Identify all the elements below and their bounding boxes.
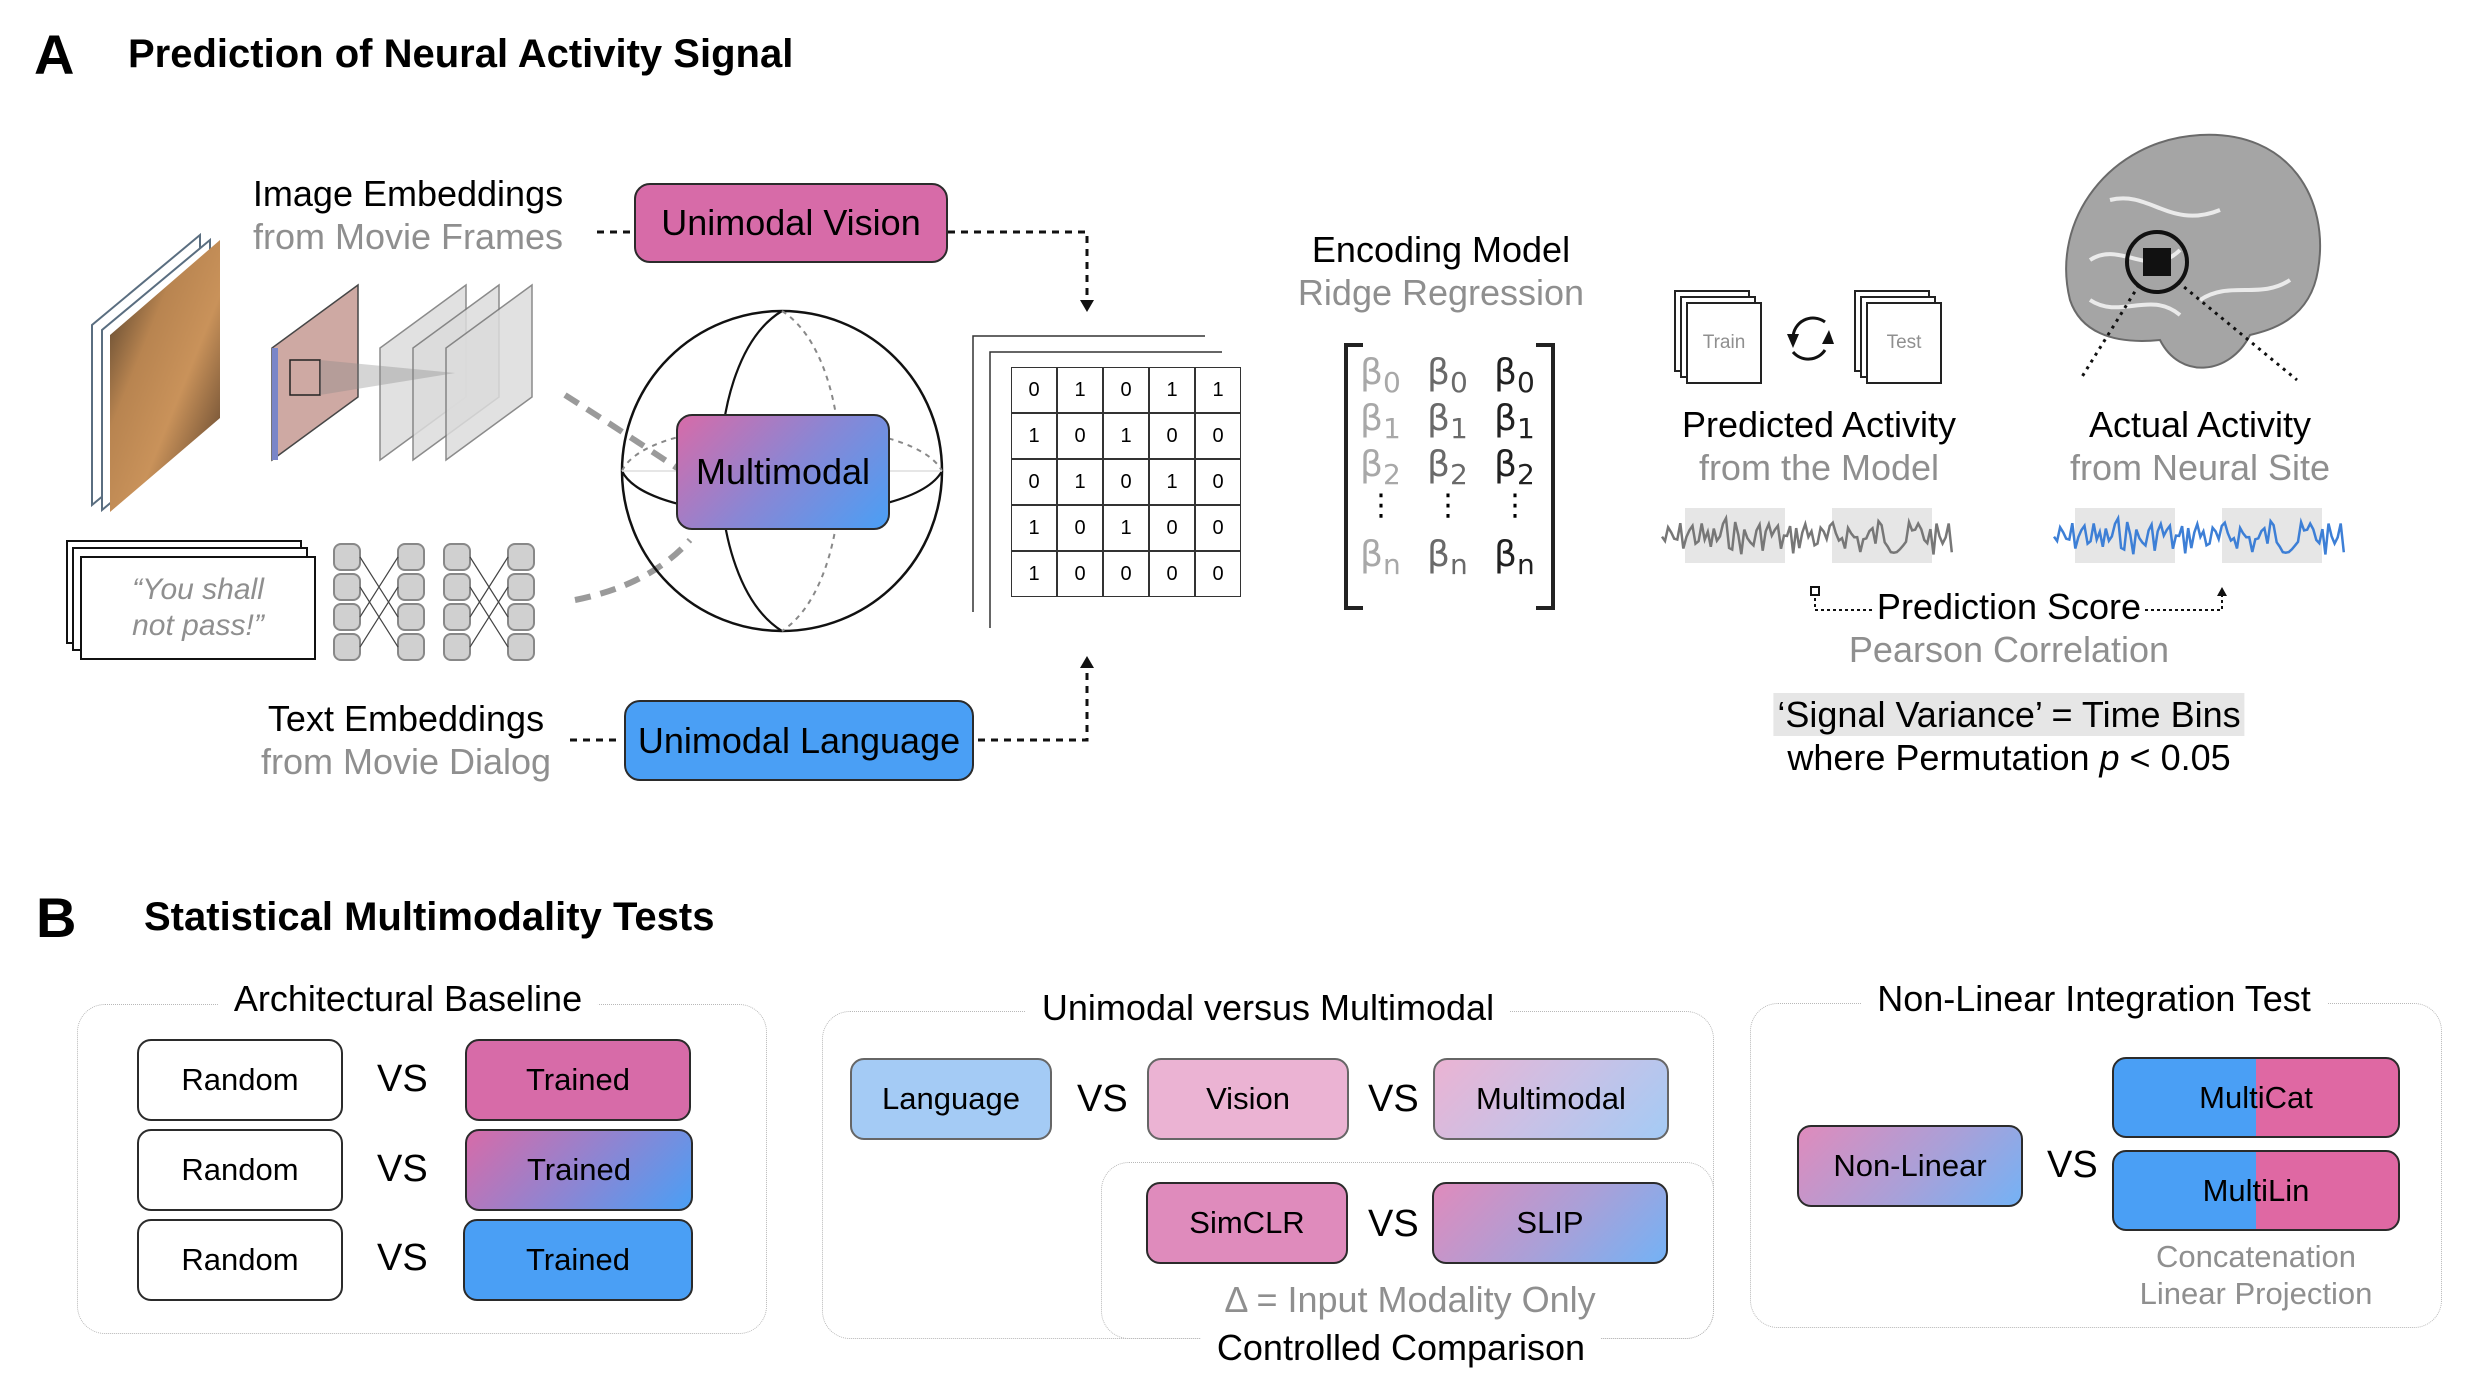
slip-box: SLIP xyxy=(1432,1182,1668,1264)
matrix-cell: 1 xyxy=(1195,367,1241,413)
text-embeddings-label: Text Embeddings from Movie Dialog xyxy=(260,698,552,783)
matrix-cell: 0 xyxy=(1057,551,1103,597)
beta-coefficient: β0 xyxy=(1494,352,1535,399)
beta-coefficient: β1 xyxy=(1427,398,1468,445)
nonlinear-box: Non-Linear xyxy=(1797,1125,2023,1207)
matrix-cell: 0 xyxy=(1011,367,1057,413)
matrix-cell: 1 xyxy=(1103,505,1149,551)
beta-coefficient: β2 xyxy=(1494,444,1535,491)
multilin-box: MultiLin xyxy=(2112,1150,2400,1231)
unimodal-vision-box: Unimodal Vision xyxy=(634,183,948,263)
trained-multimodal-box: Trained xyxy=(465,1129,693,1211)
random-box: Random xyxy=(137,1039,343,1121)
matrix-cell: 1 xyxy=(1149,459,1195,505)
matrix-cell: 1 xyxy=(1011,413,1057,459)
vs-label: VS xyxy=(377,1148,428,1190)
matrix-cell: 1 xyxy=(1057,367,1103,413)
time-bin-band xyxy=(2222,508,2322,563)
controlled-comparison-title: Controlled Comparison xyxy=(1200,1327,1602,1369)
trained-language-box: Trained xyxy=(463,1219,693,1301)
panel-b-title: Statistical Multimodality Tests xyxy=(144,895,715,939)
brain-icon xyxy=(2065,133,2322,382)
concat-projection-caption: Concatenation Linear Projection xyxy=(2139,1239,2373,1312)
unimodal-vs-multimodal-title: Unimodal versus Multimodal xyxy=(1025,987,1511,1029)
vision-box: Vision xyxy=(1147,1058,1349,1140)
vertical-ellipsis: ⋮ xyxy=(1433,488,1463,523)
beta-coefficient: β0 xyxy=(1360,352,1401,399)
actual-activity-label: Actual Activity from Neural Site xyxy=(2069,404,2331,489)
cycle-arrows-icon xyxy=(1791,316,1827,361)
signal-variance-note: ‘Signal Variance’ = Time Bins where Perm… xyxy=(1773,693,2245,779)
vertical-ellipsis: ⋮ xyxy=(1366,488,1396,523)
cnn-layers-icon xyxy=(271,283,533,462)
matrix-cell: 1 xyxy=(1057,459,1103,505)
matrix-cell: 0 xyxy=(1149,551,1195,597)
simclr-box: SimCLR xyxy=(1146,1182,1348,1264)
matrix-cell: 0 xyxy=(1103,459,1149,505)
multicat-box: MultiCat xyxy=(2112,1057,2400,1138)
multimodal-box: Multimodal xyxy=(676,414,890,530)
beta-coefficient: β1 xyxy=(1494,398,1535,445)
encoding-model-label: Encoding Model Ridge Regression xyxy=(1297,229,1585,314)
input-modality-note: Δ = Input Modality Only xyxy=(1224,1279,1596,1320)
matrix-cell: 0 xyxy=(1195,459,1241,505)
matrix-cell: 1 xyxy=(1011,551,1057,597)
predicted-activity-label: Predicted Activity from the Model xyxy=(1681,404,1957,489)
beta-coefficient: β2 xyxy=(1427,444,1468,491)
prediction-score-label: Prediction Score Pearson Correlation xyxy=(1848,586,2170,671)
dialog-quote-card: “You shall not pass!” xyxy=(80,556,316,660)
vs-label: VS xyxy=(1077,1078,1128,1120)
random-box: Random xyxy=(137,1219,343,1301)
test-label: Test xyxy=(1866,302,1942,384)
unimodal-language-box: Unimodal Language xyxy=(624,700,974,781)
matrix-cell: 0 xyxy=(1195,505,1241,551)
beta-coefficient: βn xyxy=(1360,534,1401,581)
beta-coefficient-matrix: β0 β0 β0 β1 β1 β1 β2 β2 β2 βn βn βn ⋮ ⋮ ⋮ xyxy=(1360,352,1550,602)
vs-label: VS xyxy=(1368,1203,1419,1245)
matrix-cell: 0 xyxy=(1103,551,1149,597)
matrix-cell: 0 xyxy=(1057,505,1103,551)
beta-coefficient: β2 xyxy=(1360,444,1401,491)
beta-coefficient: βn xyxy=(1427,534,1468,581)
movie-frame-stack-icon xyxy=(91,232,220,513)
multimodal-box: Multimodal xyxy=(1433,1058,1669,1140)
panel-b-letter: B xyxy=(36,886,77,949)
image-embeddings-label: Image Embeddings from Movie Frames xyxy=(252,173,564,258)
matrix-cell: 0 xyxy=(1057,413,1103,459)
matrix-cell: 0 xyxy=(1011,459,1057,505)
vs-label: VS xyxy=(1368,1078,1419,1120)
train-label: Train xyxy=(1686,302,1762,384)
vertical-ellipsis: ⋮ xyxy=(1500,488,1530,523)
language-box: Language xyxy=(850,1058,1052,1140)
architectural-baseline-title: Architectural Baseline xyxy=(217,978,599,1020)
vs-label: VS xyxy=(377,1058,428,1100)
beta-coefficient: β1 xyxy=(1360,398,1401,445)
vs-label: VS xyxy=(2047,1144,2098,1186)
beta-coefficient: βn xyxy=(1494,534,1535,581)
random-box: Random xyxy=(137,1129,343,1211)
matrix-cell: 0 xyxy=(1149,413,1195,459)
feature-matrix: 0101110100010101010010000 xyxy=(1011,367,1241,597)
matrix-cell: 1 xyxy=(1149,367,1195,413)
trained-vision-box: Trained xyxy=(465,1039,691,1121)
matrix-cell: 0 xyxy=(1103,367,1149,413)
transformer-network-icon xyxy=(333,543,535,661)
matrix-cell: 0 xyxy=(1195,413,1241,459)
matrix-cell: 1 xyxy=(1103,413,1149,459)
matrix-cell: 0 xyxy=(1195,551,1241,597)
nonlinear-integration-title: Non-Linear Integration Test xyxy=(1861,978,2327,1020)
matrix-cell: 0 xyxy=(1149,505,1195,551)
vs-label: VS xyxy=(377,1237,428,1279)
matrix-cell: 1 xyxy=(1011,505,1057,551)
beta-coefficient: β0 xyxy=(1427,352,1468,399)
